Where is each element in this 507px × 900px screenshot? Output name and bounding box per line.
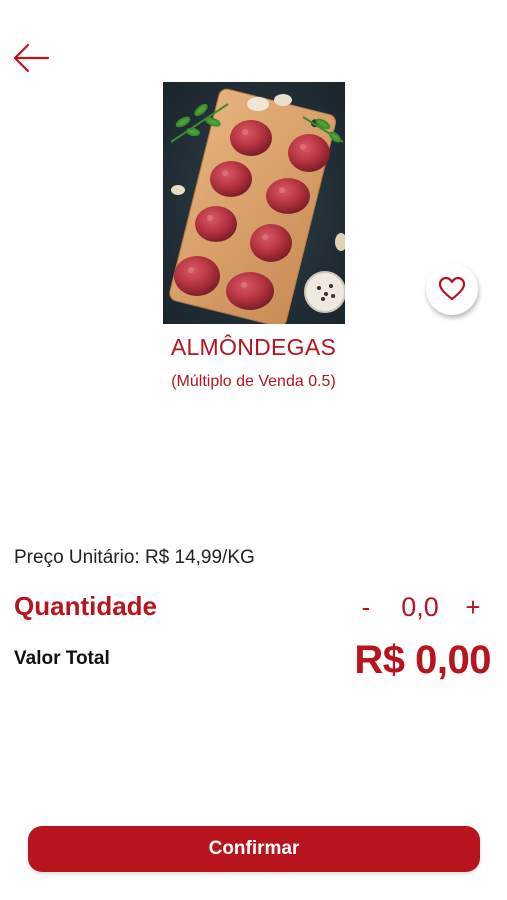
total-value: R$ 0,00 xyxy=(354,638,491,682)
confirm-button[interactable]: Confirmar xyxy=(28,826,480,872)
product-name: ALMÔNDEGAS xyxy=(170,334,337,360)
unit-price: Preço Unitário: R$ 14,99/KG xyxy=(14,547,255,568)
arrow-left-icon xyxy=(13,43,50,73)
quantity-value: 0,0 xyxy=(401,592,439,622)
heart-icon xyxy=(438,276,466,301)
product-image xyxy=(163,82,345,324)
total-label: Valor Total xyxy=(14,648,110,669)
quantity-increment-button[interactable]: + xyxy=(458,590,488,624)
quantity-decrement-button[interactable]: - xyxy=(351,590,381,624)
quantity-label: Quantidade xyxy=(14,591,158,621)
sale-multiple-note: (Múltiplo de Venda 0.5) xyxy=(171,373,336,390)
back-button[interactable] xyxy=(10,40,52,76)
favorite-button[interactable] xyxy=(426,263,478,315)
